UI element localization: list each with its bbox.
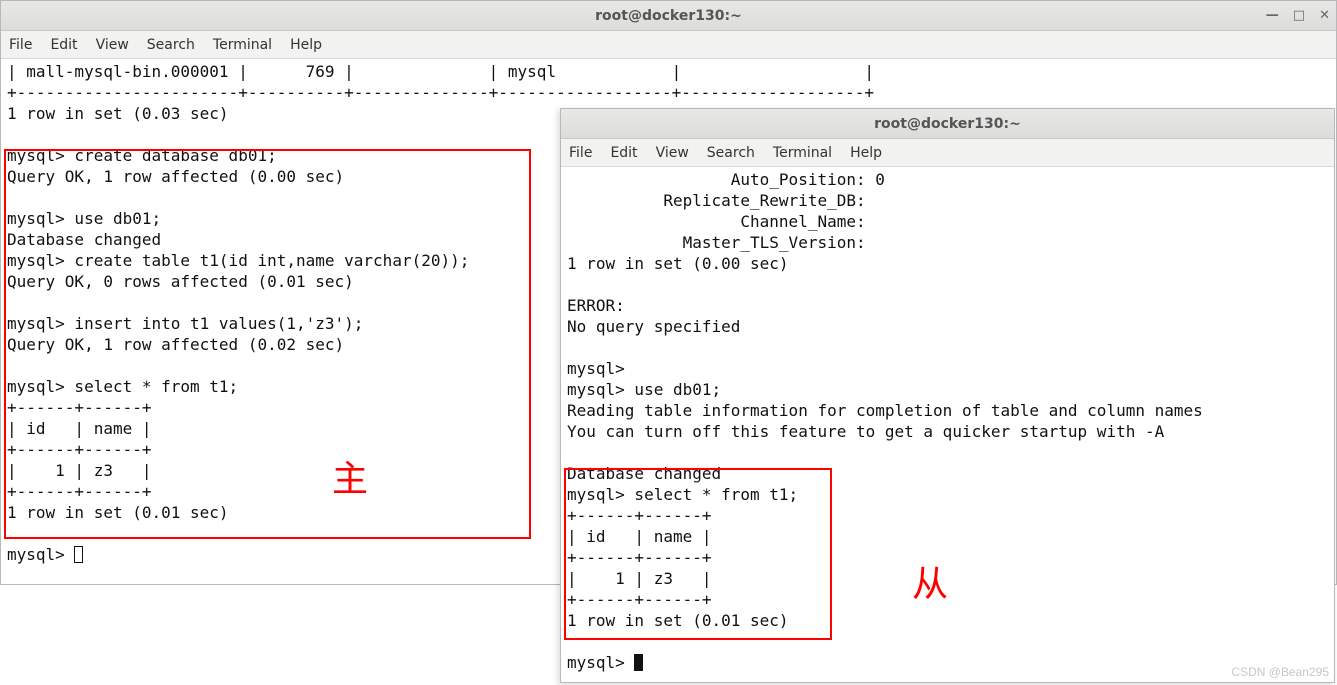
menu-view[interactable]: View: [656, 145, 689, 161]
line: | id | name |: [7, 419, 152, 438]
line: mysql> create database db01;: [7, 146, 277, 165]
line: +------+------+: [567, 548, 712, 567]
line: Query OK, 0 rows affected (0.01 sec): [7, 272, 354, 291]
cursor: [634, 654, 643, 671]
line: 1 row in set (0.00 sec): [567, 254, 789, 273]
line: Replicate_Rewrite_DB:: [567, 191, 866, 210]
terminal-content[interactable]: Auto_Position: 0 Replicate_Rewrite_DB: C…: [561, 167, 1334, 682]
watermark: CSDN @Bean295: [1231, 665, 1329, 679]
menu-help[interactable]: Help: [850, 145, 882, 161]
terminal-window-slave: root@docker130:~ File Edit View Search T…: [560, 108, 1335, 683]
line: 1 row in set (0.01 sec): [7, 503, 229, 522]
maximize-icon[interactable]: □: [1293, 9, 1305, 22]
line: | mall-mysql-bin.000001 | 769 | | mysql …: [7, 62, 874, 81]
line: mysql> insert into t1 values(1,'z3');: [7, 314, 363, 333]
line: +------+------+: [7, 440, 152, 459]
window-title: root@docker130:~: [874, 116, 1021, 132]
line: +-----------------------+----------+----…: [7, 83, 874, 102]
line: No query specified: [567, 317, 740, 336]
line: | id | name |: [567, 527, 712, 546]
titlebar[interactable]: root@docker130:~ — □ ✕: [1, 1, 1336, 31]
menubar: File Edit View Search Terminal Help: [1, 31, 1336, 59]
titlebar[interactable]: root@docker130:~: [561, 109, 1334, 139]
line: Database changed: [7, 230, 161, 249]
menu-search[interactable]: Search: [147, 37, 195, 53]
line: mysql>: [567, 359, 625, 378]
line: Database changed: [567, 464, 721, 483]
line: Auto_Position: 0: [567, 170, 885, 189]
line: Query OK, 1 row affected (0.02 sec): [7, 335, 344, 354]
line: Reading table information for completion…: [567, 401, 1203, 420]
window-title: root@docker130:~: [595, 8, 742, 24]
line: mysql> use db01;: [7, 209, 161, 228]
line: mysql>: [567, 653, 634, 672]
line: Master_TLS_Version:: [567, 233, 866, 252]
cursor: [74, 546, 83, 563]
line: +------+------+: [567, 506, 712, 525]
menu-view[interactable]: View: [96, 37, 129, 53]
line: Channel_Name:: [567, 212, 866, 231]
menu-file[interactable]: File: [569, 145, 592, 161]
menu-file[interactable]: File: [9, 37, 32, 53]
menu-edit[interactable]: Edit: [610, 145, 637, 161]
line: | 1 | z3 |: [7, 461, 152, 480]
menu-edit[interactable]: Edit: [50, 37, 77, 53]
line: 1 row in set (0.03 sec): [7, 104, 229, 123]
menu-help[interactable]: Help: [290, 37, 322, 53]
line: mysql> select * from t1;: [567, 485, 798, 504]
menu-terminal[interactable]: Terminal: [213, 37, 272, 53]
menu-terminal[interactable]: Terminal: [773, 145, 832, 161]
line: ERROR:: [567, 296, 625, 315]
line: Query OK, 1 row affected (0.00 sec): [7, 167, 344, 186]
line: mysql>: [7, 545, 74, 564]
line: 1 row in set (0.01 sec): [567, 611, 789, 630]
close-icon[interactable]: ✕: [1319, 9, 1330, 22]
line: mysql> use db01;: [567, 380, 721, 399]
line: mysql> create table t1(id int,name varch…: [7, 251, 469, 270]
minimize-icon[interactable]: —: [1266, 9, 1279, 22]
menu-search[interactable]: Search: [707, 145, 755, 161]
window-controls: — □ ✕: [1266, 1, 1330, 30]
line: +------+------+: [7, 398, 152, 417]
line: | 1 | z3 |: [567, 569, 712, 588]
line: mysql> select * from t1;: [7, 377, 238, 396]
line: +------+------+: [7, 482, 152, 501]
menubar: File Edit View Search Terminal Help: [561, 139, 1334, 167]
line: You can turn off this feature to get a q…: [567, 422, 1164, 441]
line: +------+------+: [567, 590, 712, 609]
